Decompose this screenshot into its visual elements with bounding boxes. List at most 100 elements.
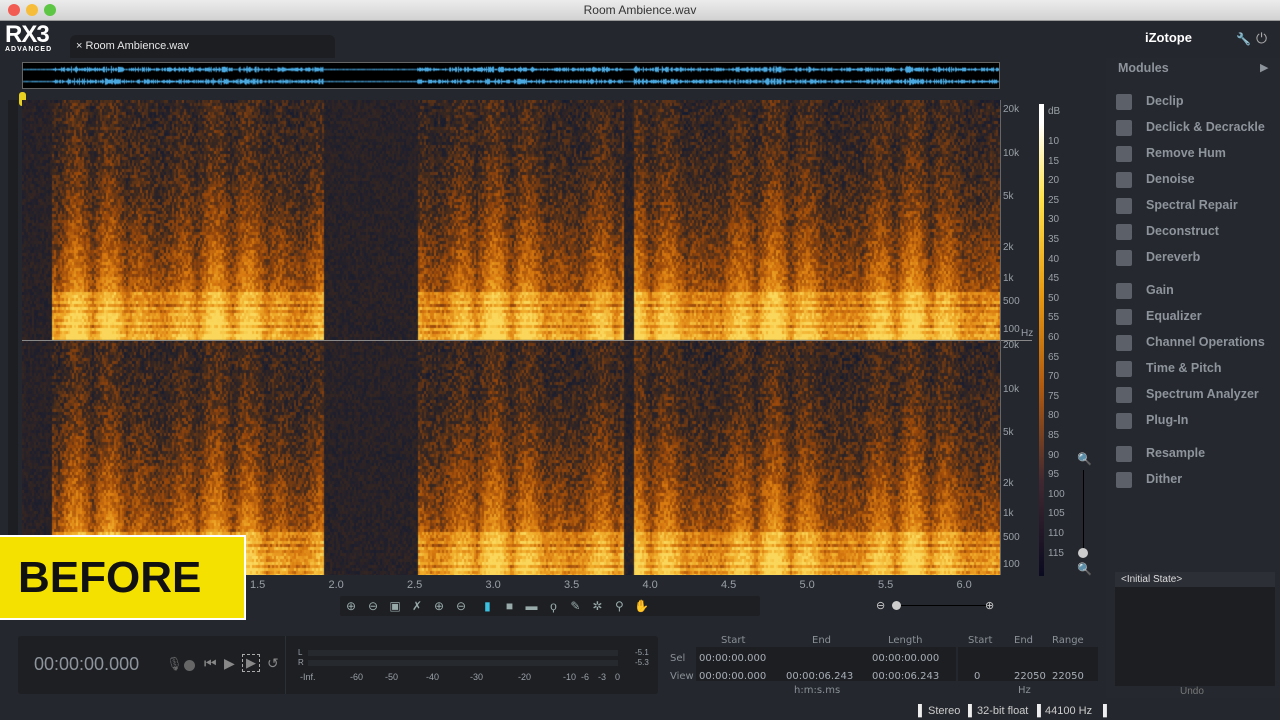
module-gain[interactable]: Gain: [1116, 281, 1174, 299]
module-dither[interactable]: Dither: [1116, 470, 1182, 488]
zoom-reset-icon[interactable]: ✗: [407, 597, 427, 615]
zoom-window-button[interactable]: [44, 4, 56, 16]
time-freq-selection-tool-icon[interactable]: ▬: [521, 597, 541, 615]
lasso-tool-icon[interactable]: ϙ: [543, 597, 563, 615]
time-header: Start: [721, 635, 746, 646]
play-button[interactable]: ▶: [224, 655, 235, 672]
module-label: Deconstruct: [1146, 224, 1219, 238]
zoom-in-time-icon[interactable]: ⊕: [341, 597, 361, 615]
db-label: 45: [1048, 273, 1060, 285]
before-overlay: BEFORE: [0, 535, 246, 620]
db-label: 60: [1048, 332, 1060, 343]
file-tab[interactable]: × Room Ambience.wav: [70, 35, 335, 58]
freq-zoom-slider[interactable]: [1083, 470, 1084, 550]
tab-close-icon[interactable]: ×: [76, 40, 82, 52]
spectrogram[interactable]: [22, 100, 1000, 575]
hand-tool-icon[interactable]: ✋: [631, 597, 651, 615]
module-channel-operations[interactable]: Channel Operations: [1116, 333, 1265, 351]
module-deconstruct[interactable]: Deconstruct: [1116, 222, 1219, 240]
time-selection-tool-icon[interactable]: ▮: [477, 597, 497, 615]
freq-label: 100: [1003, 559, 1020, 570]
waveform-overview[interactable]: [22, 62, 1000, 89]
brush-tool-icon[interactable]: ✎: [565, 597, 585, 615]
go-to-start-button[interactable]: ⏮: [204, 655, 217, 672]
record-arm-icon[interactable]: 🎙: [166, 656, 183, 672]
time-zoom-slider[interactable]: [896, 605, 988, 606]
close-window-button[interactable]: [8, 4, 20, 16]
freq-label: 5k: [1003, 191, 1014, 202]
view-length-field[interactable]: 00:00:06.243: [872, 671, 939, 682]
module-label: Spectrum Analyzer: [1146, 387, 1259, 401]
view-end-field[interactable]: 00:00:06.243: [786, 671, 853, 682]
zoom-in-freq-icon[interactable]: 🔍: [1077, 452, 1092, 466]
module-icon: [1116, 471, 1132, 488]
module-icon: [1116, 412, 1132, 429]
play-selection-button[interactable]: ▶: [242, 654, 260, 672]
zoom-in-time-slider-icon[interactable]: ⊕: [985, 599, 994, 612]
undo-history: <Initial State>: [1115, 572, 1275, 686]
db-label: 90: [1048, 449, 1060, 461]
module-label: Dither: [1146, 472, 1183, 486]
zoom-out-freq-icon[interactable]: 🔍: [1077, 562, 1092, 576]
db-label: 80: [1048, 410, 1060, 422]
module-denoise[interactable]: Denoise: [1116, 170, 1195, 188]
module-spectrum-analyzer[interactable]: Spectrum Analyzer: [1116, 385, 1259, 403]
peak-left: -5.1: [635, 648, 649, 657]
time-label: 3.0: [485, 579, 501, 591]
module-dereverb[interactable]: Dereverb: [1116, 248, 1200, 266]
zoom-out-time-icon[interactable]: ⊖: [363, 597, 383, 615]
minimize-window-button[interactable]: [26, 4, 38, 16]
module-equalizer[interactable]: Equalizer: [1116, 307, 1202, 325]
view-freq-field[interactable]: 22050: [1052, 671, 1084, 682]
loop-button[interactable]: ↺: [267, 655, 279, 672]
sel-row-label: Sel: [670, 653, 686, 664]
zoom-fit-icon[interactable]: ⊖: [451, 597, 471, 615]
meter-scale-label: -10: [563, 672, 577, 682]
db-label: 30: [1048, 214, 1060, 226]
peak-right: -5.3: [635, 658, 649, 667]
module-plug-in[interactable]: Plug-In: [1116, 411, 1188, 429]
db-unit: dB: [1048, 106, 1061, 117]
zoom-tool-icon[interactable]: ⚲: [609, 597, 629, 615]
meter-left-label: L: [298, 648, 303, 657]
freq-axis-line: [1000, 100, 1001, 575]
db-label: 35: [1048, 234, 1060, 245]
settings-wrench-icon[interactable]: 🔧: [1236, 32, 1251, 46]
status-bit-depth: 32-bit float: [977, 705, 1029, 717]
db-label: 95: [1048, 469, 1060, 481]
freq-unit: Hz: [1018, 685, 1031, 696]
freq-label: 20k: [1003, 104, 1020, 115]
module-declick-decrackle[interactable]: Declick & Decrackle: [1116, 118, 1265, 136]
sel-start-field[interactable]: 00:00:00.000: [699, 653, 766, 664]
record-button[interactable]: [184, 660, 195, 671]
view-freq-field[interactable]: 22050: [1014, 671, 1046, 682]
module-declip[interactable]: Declip: [1116, 92, 1184, 110]
freq-zoom-thumb[interactable]: [1078, 548, 1088, 558]
zoom-selection-icon[interactable]: ▣: [385, 597, 405, 615]
module-spectral-repair[interactable]: Spectral Repair: [1116, 196, 1238, 214]
modules-expand-icon[interactable]: ▶: [1260, 61, 1268, 74]
time-zoom-thumb[interactable]: [892, 601, 901, 610]
view-freq-field[interactable]: 0: [974, 671, 980, 682]
sel-length-field[interactable]: 00:00:00.000: [872, 653, 939, 664]
module-icon: [1116, 386, 1132, 403]
module-resample[interactable]: Resample: [1116, 444, 1205, 462]
help-icon[interactable]: ⏻: [1256, 30, 1267, 47]
module-label: Dereverb: [1146, 250, 1201, 264]
zoom-out-time-slider-icon[interactable]: ⊖: [876, 599, 885, 612]
view-start-field[interactable]: 00:00:00.000: [699, 671, 766, 682]
undo-item-initial-state[interactable]: <Initial State>: [1115, 572, 1275, 587]
module-icon: [1116, 145, 1132, 162]
freq-label: 5k: [1003, 427, 1014, 438]
zoom-freq-icon[interactable]: ⊕: [429, 597, 449, 615]
tab-label: Room Ambience.wav: [85, 40, 189, 52]
module-label: Declick & Decrackle: [1146, 120, 1265, 134]
db-label: 10: [1048, 136, 1060, 147]
module-time-pitch[interactable]: Time & Pitch: [1116, 359, 1221, 377]
time-label: 5.5: [878, 579, 894, 591]
module-remove-hum[interactable]: Remove Hum: [1116, 144, 1226, 162]
magic-wand-icon[interactable]: ✲: [587, 597, 607, 615]
db-label: 40: [1048, 253, 1060, 265]
freq-selection-tool-icon[interactable]: ■: [499, 597, 519, 615]
meter-scale-label: -Inf.: [300, 672, 316, 682]
